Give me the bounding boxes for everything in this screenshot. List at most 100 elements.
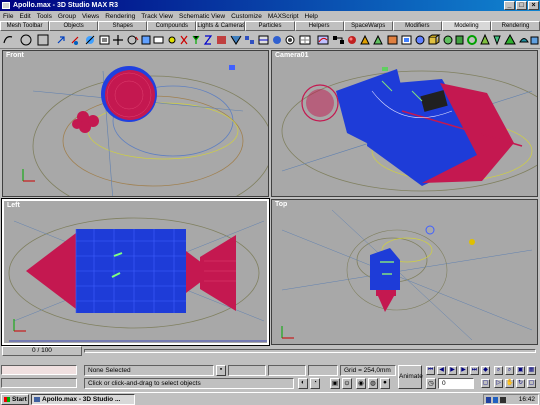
- percent-snap-icon[interactable]: ▣: [330, 378, 340, 389]
- lock-selection-icon[interactable]: ▪: [216, 365, 226, 376]
- viewport-top-label[interactable]: Top: [275, 201, 287, 208]
- plane-object-icon[interactable]: [530, 36, 539, 45]
- maximize-button[interactable]: □: [516, 1, 527, 10]
- play-icon[interactable]: ▶: [448, 366, 457, 375]
- menu-file[interactable]: File: [3, 13, 13, 20]
- tab-particles[interactable]: Particles: [245, 21, 295, 31]
- pivot-icon[interactable]: [168, 36, 176, 44]
- cone-icon[interactable]: [480, 33, 490, 45]
- coord-z-field[interactable]: [308, 365, 338, 376]
- cylinder-icon[interactable]: [455, 35, 464, 45]
- tab-spacewarps[interactable]: SpaceWarps: [343, 21, 393, 31]
- coord-y-field[interactable]: [268, 365, 306, 376]
- taskbar-item-3dsmax[interactable]: Apollo.max - 3D Studio ...: [31, 394, 135, 405]
- viewport-left-label[interactable]: Left: [7, 202, 20, 209]
- viewport-camera-label[interactable]: Camera01: [275, 52, 308, 59]
- tab-modeling[interactable]: Modeling: [441, 21, 491, 31]
- torus-icon[interactable]: [467, 35, 477, 45]
- time-config-icon[interactable]: ◷: [426, 378, 436, 389]
- normal-align-icon[interactable]: [273, 36, 281, 44]
- select-icon[interactable]: [3, 36, 13, 44]
- zoom-extents-all-icon[interactable]: ▦: [527, 366, 536, 375]
- tab-modifiers[interactable]: Modifiers: [392, 21, 442, 31]
- minimize-button[interactable]: _: [504, 1, 515, 10]
- maxscript-listener[interactable]: [1, 365, 77, 375]
- snap-toggle-icon[interactable]: ◐: [298, 378, 308, 389]
- restrict-y-icon[interactable]: [192, 35, 200, 44]
- arc-rotate-icon[interactable]: ↻: [516, 379, 525, 388]
- tray-icons[interactable]: [486, 397, 508, 403]
- animate-button[interactable]: Animate: [398, 365, 423, 389]
- menu-help[interactable]: Help: [305, 13, 318, 20]
- menu-views[interactable]: Views: [82, 13, 99, 20]
- track-view-icon[interactable]: [317, 35, 329, 45]
- bind-icon[interactable]: [85, 35, 95, 45]
- align-icon[interactable]: [258, 35, 269, 45]
- rotate-icon[interactable]: [127, 35, 139, 45]
- region-zoom-icon[interactable]: ▢: [481, 379, 490, 388]
- time-slider[interactable]: 0 / 100: [2, 346, 82, 356]
- viewport-camera[interactable]: Camera01: [271, 50, 538, 197]
- sphere-icon[interactable]: [415, 35, 425, 45]
- tab-objects[interactable]: Objects: [49, 21, 99, 31]
- circle-select-icon[interactable]: [20, 34, 32, 46]
- sub-object-icon[interactable]: ●: [380, 378, 390, 389]
- array-icon[interactable]: [245, 36, 254, 44]
- app-icon[interactable]: [2, 2, 10, 9]
- render-type-icon[interactable]: [387, 35, 398, 45]
- pan-icon[interactable]: ✋: [505, 379, 514, 388]
- menu-group[interactable]: Group: [58, 13, 76, 20]
- viewport-left[interactable]: Left: [1, 198, 270, 346]
- teapot-icon[interactable]: [519, 38, 529, 43]
- tab-rendering[interactable]: Rendering: [490, 21, 540, 31]
- restrict-x-icon[interactable]: [180, 35, 188, 45]
- unlink-icon[interactable]: [71, 36, 79, 45]
- pyramid-icon[interactable]: [504, 33, 516, 45]
- tab-helpers[interactable]: Helpers: [294, 21, 344, 31]
- spinner-snap-icon[interactable]: ⊙: [342, 378, 352, 389]
- quick-render-icon[interactable]: [373, 34, 383, 45]
- restrict-z-icon[interactable]: [203, 35, 213, 45]
- min-max-toggle-icon[interactable]: ▢: [527, 379, 536, 388]
- geosphere-icon[interactable]: [443, 35, 453, 45]
- previous-frame-icon[interactable]: ◀: [437, 366, 446, 375]
- coord-x-field[interactable]: [228, 365, 266, 376]
- tab-lights-cameras[interactable]: Lights & Cameras: [196, 21, 246, 31]
- virtual-frame-buffer-icon[interactable]: [401, 35, 412, 45]
- go-to-end-icon[interactable]: ⏭: [470, 366, 479, 375]
- key-mode-icon[interactable]: ◆: [481, 366, 490, 375]
- angle-snap-icon[interactable]: ◔: [310, 378, 320, 389]
- reference-icon[interactable]: [153, 36, 164, 44]
- render-scene-icon[interactable]: [360, 34, 370, 45]
- zoom-extents-icon[interactable]: ▣: [516, 366, 525, 375]
- cube-icon[interactable]: [428, 34, 441, 45]
- start-button[interactable]: Start: [1, 394, 29, 405]
- menu-schematic-view[interactable]: Schematic View: [179, 13, 225, 20]
- go-to-start-icon[interactable]: ⏮: [426, 366, 435, 375]
- time-track[interactable]: [84, 349, 536, 353]
- mirror-icon[interactable]: [230, 35, 242, 45]
- tab-compounds[interactable]: Compounds: [147, 21, 197, 31]
- zoom-icon[interactable]: ⌕: [494, 366, 503, 375]
- rect-select-icon[interactable]: [37, 34, 49, 46]
- degradation-icon[interactable]: ◍: [368, 378, 378, 389]
- menu-tools[interactable]: Tools: [37, 13, 52, 20]
- viewport-top[interactable]: Top: [271, 199, 538, 345]
- tube-icon[interactable]: [493, 35, 501, 46]
- tab-shapes[interactable]: Shapes: [98, 21, 148, 31]
- move-icon[interactable]: [113, 35, 123, 45]
- field-of-view-icon[interactable]: ▷: [494, 379, 503, 388]
- zoom-all-icon[interactable]: ⌕: [505, 366, 514, 375]
- menu-edit[interactable]: Edit: [19, 13, 30, 20]
- select-by-name-icon[interactable]: [99, 35, 110, 45]
- link-icon[interactable]: [57, 36, 65, 44]
- menu-maxscript[interactable]: MAXScript: [268, 13, 299, 20]
- menu-customize[interactable]: Customize: [231, 13, 262, 20]
- schematic-icon[interactable]: [333, 36, 344, 44]
- plane-icon[interactable]: [217, 36, 226, 44]
- menu-rendering[interactable]: Rendering: [105, 13, 135, 20]
- close-button[interactable]: ×: [528, 1, 539, 10]
- next-frame-icon[interactable]: ▶: [459, 366, 468, 375]
- place-highlight-icon[interactable]: [285, 35, 295, 45]
- window-crossing-icon[interactable]: ◉: [356, 378, 366, 389]
